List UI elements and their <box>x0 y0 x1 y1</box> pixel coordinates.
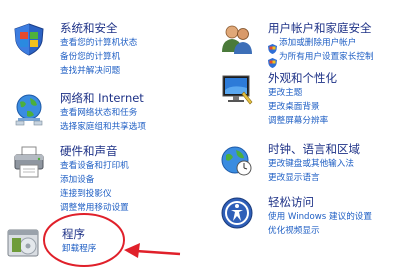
link-network-status[interactable]: 查看网络状态和任务 <box>60 108 137 118</box>
category-title-programs[interactable]: 程序 <box>62 227 85 241</box>
display-icon[interactable] <box>220 72 254 106</box>
link-screen-resolution[interactable]: 调整屏幕分辨率 <box>268 116 328 126</box>
category-title-ease[interactable]: 轻松访问 <box>268 195 314 209</box>
shield-flag-icon[interactable] <box>12 22 46 56</box>
link-parental-controls[interactable]: 为所有用户设置家长控制 <box>279 52 374 62</box>
link-change-background[interactable]: 更改桌面背景 <box>268 102 320 112</box>
category-title-user-accounts[interactable]: 用户帐户和家庭安全 <box>268 21 372 35</box>
category-title-network[interactable]: 网络和 Internet <box>60 91 144 105</box>
link-mobility-settings[interactable]: 调整常用移动设置 <box>60 203 129 213</box>
link-uninstall-program[interactable]: 卸载程序 <box>62 244 96 254</box>
link-connect-projector[interactable]: 连接到投影仪 <box>60 189 112 199</box>
users-icon[interactable] <box>220 22 254 56</box>
category-title-clock[interactable]: 时钟、语言和区域 <box>268 142 360 156</box>
shield-icon <box>268 39 277 54</box>
link-view-computer-status[interactable]: 查看您的计算机状态 <box>60 38 137 48</box>
link-backup-computer[interactable]: 备份您的计算机 <box>60 52 120 62</box>
printer-icon[interactable] <box>12 145 46 179</box>
clock-globe-icon[interactable] <box>220 143 254 177</box>
link-change-keyboard[interactable]: 更改键盘或其他输入法 <box>268 159 354 169</box>
link-change-language[interactable]: 更改显示语言 <box>268 173 320 183</box>
programs-icon[interactable] <box>6 224 40 258</box>
ease-of-access-icon[interactable] <box>220 196 254 230</box>
link-windows-suggested-settings[interactable]: 使用 Windows 建议的设置 <box>268 212 372 222</box>
shield-icon <box>268 53 277 68</box>
link-add-remove-user[interactable]: 添加或删除用户帐户 <box>279 38 356 48</box>
link-devices-printers[interactable]: 查看设备和打印机 <box>60 161 129 171</box>
link-change-theme[interactable]: 更改主题 <box>268 88 302 98</box>
category-title-appearance[interactable]: 外观和个性化 <box>268 71 337 85</box>
category-title-hardware[interactable]: 硬件和声音 <box>60 144 118 158</box>
category-title-system-security[interactable]: 系统和安全 <box>60 21 118 35</box>
link-add-device[interactable]: 添加设备 <box>60 175 94 185</box>
link-optimize-display[interactable]: 优化视频显示 <box>268 226 320 236</box>
link-troubleshoot[interactable]: 查找并解决问题 <box>60 66 120 76</box>
link-homegroup-sharing[interactable]: 选择家庭组和共享选项 <box>60 122 146 132</box>
network-globe-icon[interactable] <box>12 92 46 126</box>
